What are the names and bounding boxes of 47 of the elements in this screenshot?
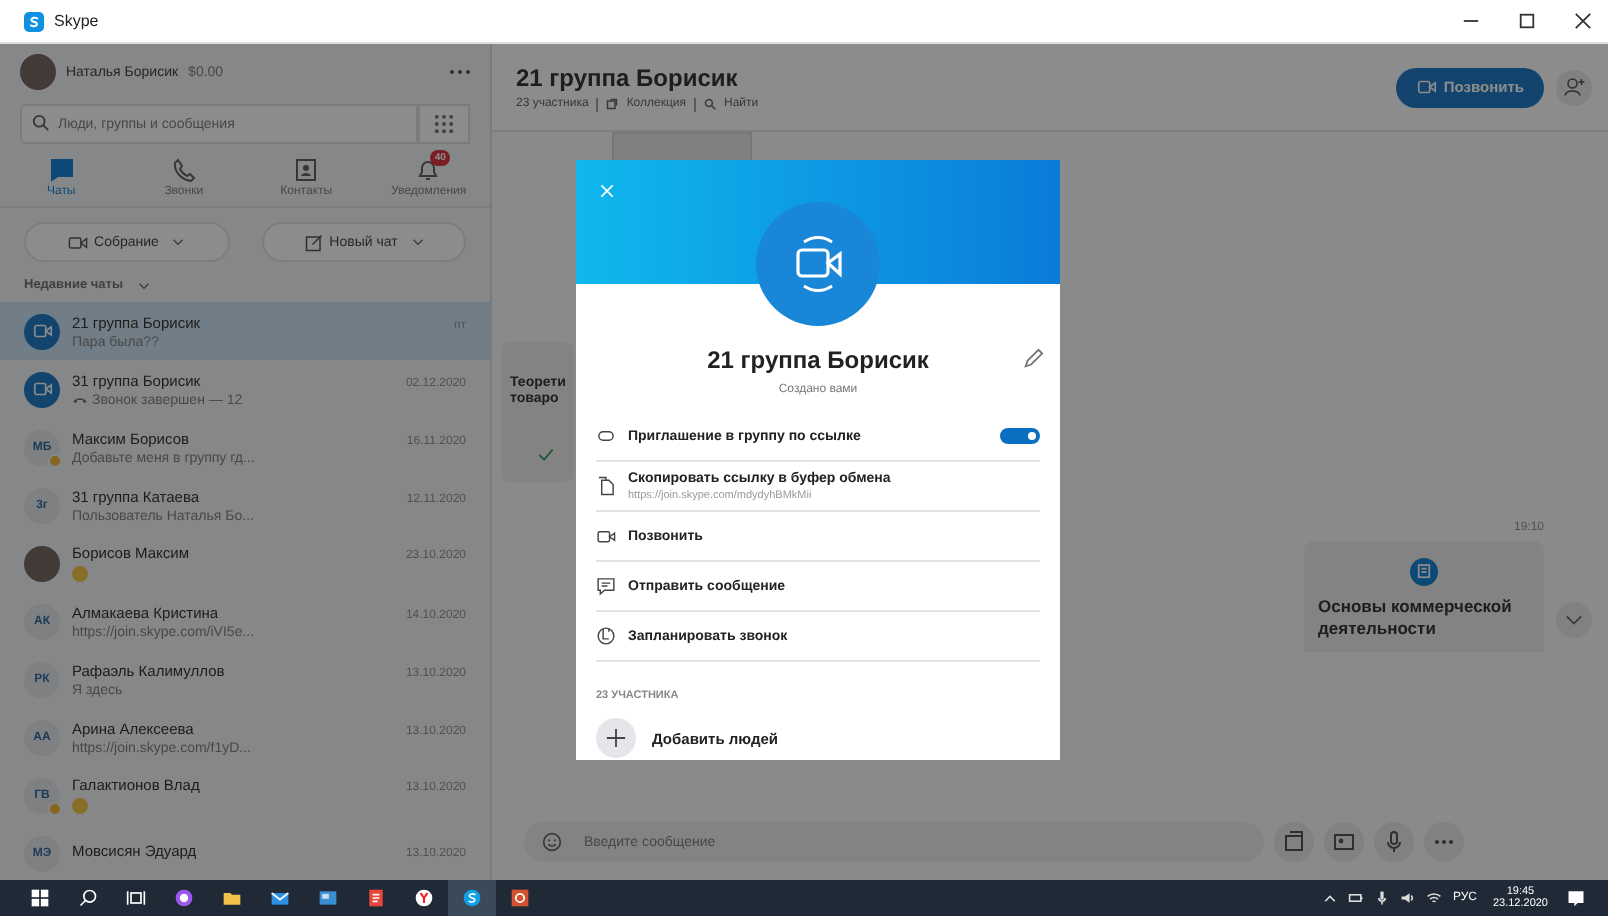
message-icon (596, 576, 616, 596)
wifi-icon[interactable] (1426, 890, 1443, 906)
microphone-icon[interactable] (1374, 890, 1391, 906)
video-camera-icon (1415, 78, 1438, 96)
more-icon[interactable] (1424, 822, 1464, 862)
schedule-icon (596, 626, 616, 646)
compose-icon (303, 233, 324, 251)
toggle-switch[interactable] (1000, 428, 1040, 444)
card-title: Основы коммерческой деятельности (1318, 596, 1514, 641)
contact-card-icon[interactable] (1324, 822, 1364, 862)
skype-logo-icon (24, 11, 44, 31)
phone-icon (171, 158, 196, 182)
caret-icon (411, 238, 424, 246)
video-camera-icon (68, 233, 89, 251)
video-icon (596, 526, 616, 546)
dialpad-icon[interactable] (418, 104, 470, 144)
avatar-circle (24, 545, 60, 581)
bell-icon (416, 158, 441, 182)
group-title: 21 группа Борисик (707, 346, 929, 374)
group-video-avatar (24, 371, 60, 407)
plus-icon (596, 718, 636, 758)
message-card[interactable]: Основы коммерческой деятельности (1304, 542, 1544, 653)
window-title: Skype (54, 12, 99, 30)
chat-icon (49, 158, 74, 182)
add-person-icon[interactable] (1556, 69, 1592, 105)
chat-title: 21 группа Борисик (516, 63, 740, 91)
search-icon (32, 114, 50, 132)
maximize-icon[interactable] (1518, 12, 1536, 30)
skype-icon[interactable] (448, 880, 496, 916)
close-icon[interactable] (1574, 12, 1592, 30)
group-video-avatar (24, 313, 60, 349)
scroll-down-icon[interactable] (1556, 602, 1592, 638)
copy-icon (596, 476, 616, 496)
gallery-icon[interactable] (1274, 822, 1314, 862)
emoji-picker-icon[interactable] (542, 832, 562, 852)
battery-icon[interactable] (1348, 890, 1365, 906)
caret-icon (172, 238, 185, 246)
gallery-icon (606, 98, 619, 110)
check-icon (538, 448, 554, 462)
avatar-circle[interactable] (20, 54, 56, 90)
group-video-avatar (756, 202, 880, 326)
caret-icon[interactable] (137, 281, 150, 289)
chevron-up-icon[interactable] (1322, 890, 1339, 906)
contact-card-icon (294, 158, 319, 182)
search-icon (704, 98, 717, 110)
speaker-icon[interactable] (1400, 890, 1417, 906)
pencil-icon[interactable] (1022, 348, 1044, 370)
